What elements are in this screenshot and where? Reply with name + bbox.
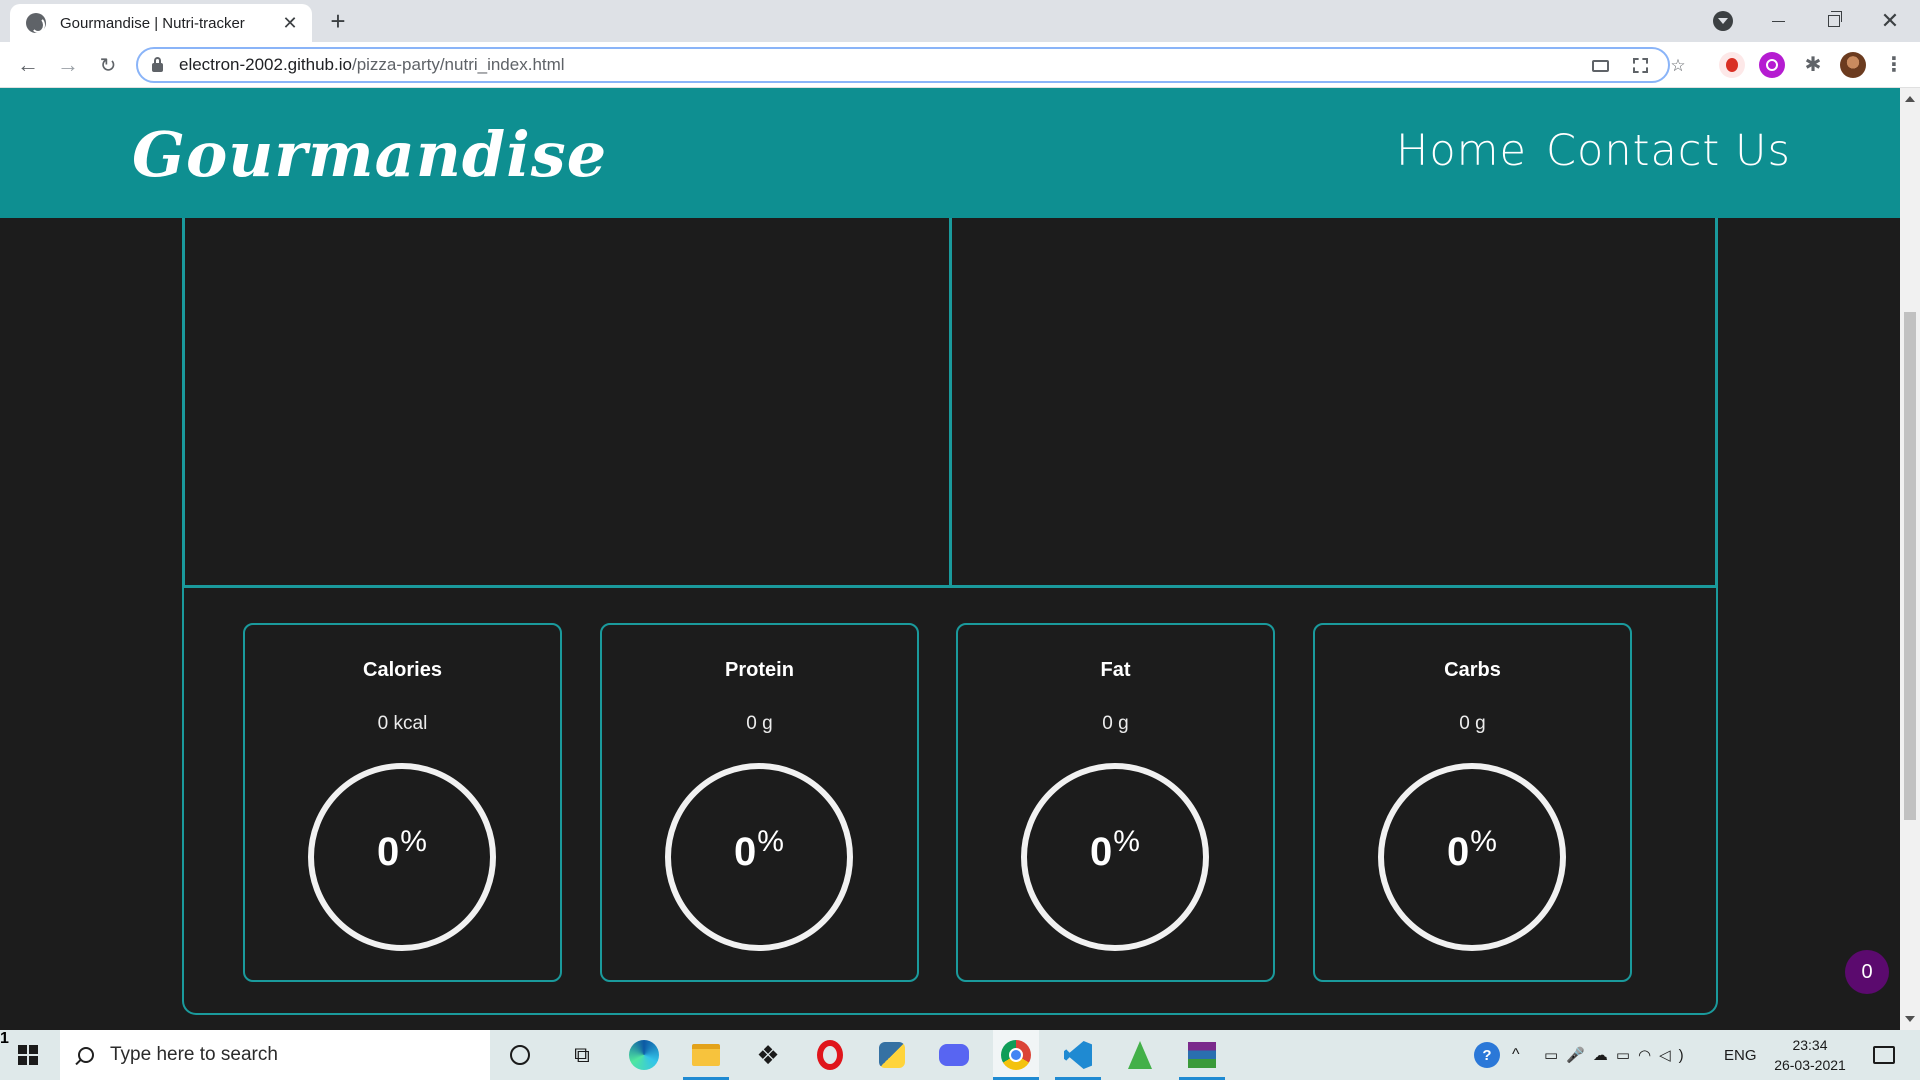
scrollbar-thumb[interactable] bbox=[1904, 312, 1916, 820]
search-placeholder: Type here to search bbox=[110, 1044, 278, 1065]
search-icon bbox=[78, 1047, 94, 1063]
nutrient-value: 0 g bbox=[1459, 713, 1486, 734]
install-app-icon[interactable] bbox=[1590, 56, 1610, 76]
scroll-up-arrow-icon[interactable] bbox=[1905, 96, 1915, 102]
winrar-icon[interactable] bbox=[1186, 1039, 1218, 1071]
page-scrollbar[interactable] bbox=[1900, 88, 1920, 1030]
nutrient-title: Carbs bbox=[1444, 659, 1501, 681]
edge-icon[interactable] bbox=[628, 1039, 660, 1071]
profile-avatar[interactable] bbox=[1840, 52, 1866, 78]
panels-section bbox=[182, 218, 1718, 588]
progress-label: 0% bbox=[1027, 825, 1203, 875]
address-bar[interactable]: electron-2002.github.io/pizza-party/nutr… bbox=[136, 47, 1686, 83]
taskbar-clock[interactable]: 23:34 26-03-2021 bbox=[1762, 1030, 1858, 1080]
clock-time: 23:34 bbox=[1792, 1037, 1828, 1053]
close-window-button[interactable]: ✕ bbox=[1872, 0, 1908, 42]
browser-menu-icon[interactable]: ⋮ bbox=[1884, 52, 1904, 78]
progress-label: 0% bbox=[314, 825, 490, 875]
cart-count-button[interactable]: 0 bbox=[1845, 950, 1889, 994]
show-hidden-icons-chevron-icon[interactable]: ^ bbox=[1512, 1030, 1520, 1080]
site-header: Gourmandise Home Contact Us bbox=[0, 88, 1900, 218]
new-tab-button[interactable]: + bbox=[324, 6, 352, 37]
nutrient-value: 0 g bbox=[746, 713, 773, 734]
nutrient-card-fat: Fat 0 g 0% bbox=[956, 623, 1275, 982]
nutrient-value: 0 kcal bbox=[377, 713, 428, 734]
chevron-down-icon bbox=[1713, 11, 1733, 31]
nutrition-stats: Calories 0 kcal 0% Protein 0 g 0% Fat 0 … bbox=[182, 588, 1718, 1015]
nutrient-card-calories: Calories 0 kcal 0% bbox=[243, 623, 562, 982]
discord-icon[interactable] bbox=[938, 1039, 970, 1071]
nutrient-card-carbs: Carbs 0 g 0% bbox=[1313, 623, 1632, 982]
progress-label: 0% bbox=[1384, 825, 1560, 875]
site-logo[interactable]: Gourmandise bbox=[132, 118, 607, 191]
dropbox-icon[interactable]: ❖ bbox=[752, 1039, 784, 1071]
nav-contact-link[interactable]: Contact Us bbox=[1546, 126, 1791, 176]
progress-ring: 0% bbox=[1378, 763, 1566, 951]
purple-extension-icon[interactable] bbox=[1759, 52, 1785, 78]
windows-start-button[interactable] bbox=[18, 1045, 38, 1065]
globe-icon bbox=[26, 13, 46, 33]
panel-divider bbox=[949, 218, 952, 588]
forward-button[interactable]: → bbox=[54, 51, 82, 79]
tab-title: Gourmandise | Nutri-tracker bbox=[60, 14, 245, 32]
restore-button[interactable] bbox=[1816, 0, 1852, 42]
restore-icon bbox=[1828, 11, 1842, 27]
browser-tab-active[interactable]: Gourmandise | Nutri-tracker ✕ bbox=[10, 4, 312, 42]
cortana-icon[interactable] bbox=[504, 1039, 536, 1071]
bookmark-star-icon[interactable]: ☆ bbox=[1668, 56, 1688, 76]
nutrient-card-protein: Protein 0 g 0% bbox=[600, 623, 919, 982]
percent-sign: % bbox=[757, 825, 784, 858]
vscode-icon[interactable] bbox=[1062, 1039, 1094, 1071]
minimize-icon bbox=[1771, 20, 1785, 22]
lock-icon[interactable] bbox=[152, 56, 163, 72]
reload-button[interactable]: ↻ bbox=[94, 51, 122, 79]
progress-percent: 0 bbox=[734, 830, 757, 874]
opera-icon[interactable] bbox=[814, 1039, 846, 1071]
qr-code-icon[interactable] bbox=[1630, 56, 1650, 76]
input-language[interactable]: ENG bbox=[1724, 1030, 1757, 1080]
nutrient-title: Fat bbox=[1100, 659, 1131, 681]
percent-sign: % bbox=[1470, 825, 1497, 858]
python-icon[interactable] bbox=[876, 1039, 908, 1071]
tab-search-button[interactable] bbox=[1708, 0, 1738, 42]
browser-toolbar: ← → ↻ electron-2002.github.io/pizza-part… bbox=[0, 42, 1920, 88]
taskbar-search-box[interactable]: Type here to search bbox=[60, 1030, 490, 1080]
bug-extension-icon[interactable] bbox=[1719, 52, 1745, 78]
help-icon[interactable]: ? bbox=[1474, 1042, 1500, 1068]
notification-count-badge: 1 bbox=[0, 1030, 9, 1047]
nav-home-link[interactable]: Home bbox=[1396, 126, 1527, 176]
percent-sign: % bbox=[1113, 825, 1140, 858]
windows-taskbar: Type here to search ⧉ ❖ ? ^ ▭🎤☁▭◠◁) ENG … bbox=[0, 1030, 1920, 1080]
progress-label: 0% bbox=[671, 825, 847, 875]
scroll-down-arrow-icon[interactable] bbox=[1905, 1016, 1915, 1022]
clock-date: 26-03-2021 bbox=[1774, 1057, 1846, 1073]
progress-percent: 0 bbox=[1090, 830, 1113, 874]
file-explorer-icon[interactable] bbox=[690, 1039, 722, 1071]
nutrient-title: Calories bbox=[363, 659, 442, 681]
page-viewport: Gourmandise Home Contact Us Calories 0 k… bbox=[0, 88, 1900, 1030]
chrome-icon[interactable] bbox=[993, 1030, 1039, 1080]
browser-tab-strip: Gourmandise | Nutri-tracker ✕ + ✕ bbox=[0, 0, 1920, 42]
percent-sign: % bbox=[400, 825, 427, 858]
minimize-button[interactable] bbox=[1760, 0, 1796, 42]
nutrient-title: Protein bbox=[725, 659, 794, 681]
progress-percent: 0 bbox=[1447, 830, 1470, 874]
progress-percent: 0 bbox=[377, 830, 400, 874]
anaconda-icon[interactable] bbox=[1124, 1039, 1156, 1071]
url-path: /pizza-party/nutri_index.html bbox=[351, 55, 565, 74]
notification-center-icon[interactable] bbox=[1866, 1030, 1902, 1080]
extensions-puzzle-icon[interactable]: ✱ bbox=[1800, 52, 1826, 78]
progress-ring: 0% bbox=[665, 763, 853, 951]
nutrient-value: 0 g bbox=[1102, 713, 1129, 734]
progress-ring: 0% bbox=[1021, 763, 1209, 951]
url-host: electron-2002.github.io bbox=[179, 55, 352, 74]
tab-close-button[interactable]: ✕ bbox=[280, 13, 300, 34]
system-tray-icons[interactable]: ▭🎤☁▭◠◁) bbox=[1544, 1030, 1692, 1080]
url-text[interactable]: electron-2002.github.io/pizza-party/nutr… bbox=[179, 55, 565, 75]
progress-ring: 0% bbox=[308, 763, 496, 951]
task-view-icon[interactable]: ⧉ bbox=[566, 1039, 598, 1071]
back-button[interactable]: ← bbox=[14, 51, 42, 79]
